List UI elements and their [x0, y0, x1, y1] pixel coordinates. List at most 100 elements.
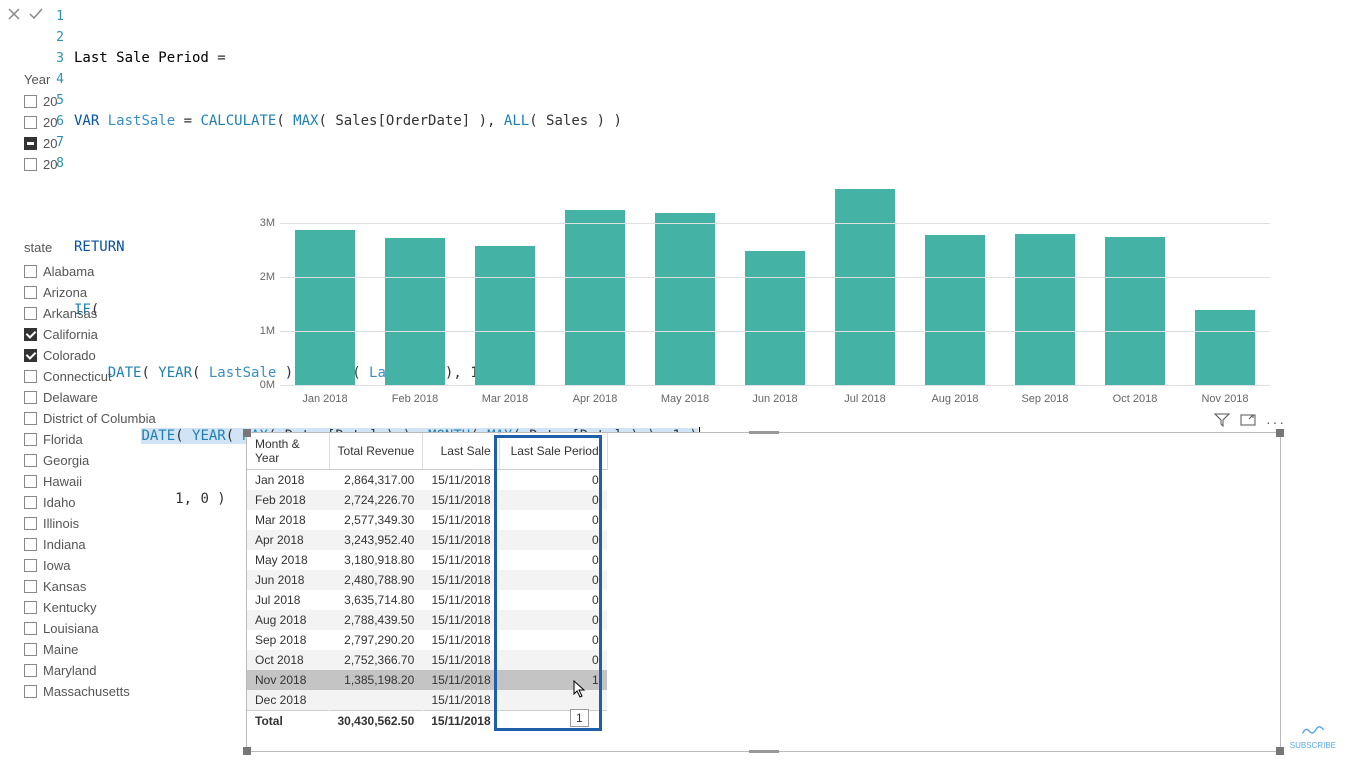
- table-cell[interactable]: Apr 2018: [247, 530, 329, 550]
- table-cell[interactable]: 15/11/2018: [423, 610, 499, 630]
- chart-bar[interactable]: [745, 251, 805, 385]
- table-cell[interactable]: 15/11/2018: [423, 490, 499, 510]
- table-row[interactable]: Jun 20182,480,788.9015/11/20180: [247, 570, 607, 590]
- state-slicer-item[interactable]: Louisiana: [24, 618, 214, 639]
- focus-mode-icon[interactable]: [1240, 412, 1256, 431]
- state-slicer-item[interactable]: District of Columbia: [24, 408, 214, 429]
- chart-bar[interactable]: [1195, 310, 1255, 385]
- checkbox-icon[interactable]: [24, 538, 37, 551]
- table-row[interactable]: Aug 20182,788,439.5015/11/20180: [247, 610, 607, 630]
- table-cell[interactable]: 0: [499, 490, 607, 510]
- table-header[interactable]: Last Sale: [423, 433, 499, 470]
- table-cell[interactable]: 15/11/2018: [423, 550, 499, 570]
- table-visual[interactable]: Month & YearTotal RevenueLast SaleLast S…: [246, 432, 1281, 752]
- checkbox-icon[interactable]: [24, 559, 37, 572]
- table-cell[interactable]: 15/11/2018: [423, 650, 499, 670]
- chart-bar[interactable]: [295, 230, 355, 385]
- table-cell[interactable]: 1: [499, 670, 607, 690]
- data-table[interactable]: Month & YearTotal RevenueLast SaleLast S…: [247, 433, 608, 731]
- table-cell[interactable]: 15/11/2018: [423, 690, 499, 711]
- year-slicer-item[interactable]: 20: [24, 154, 74, 175]
- formula-editor[interactable]: Last Sale Period = VAR LastSale = CALCUL…: [68, 0, 1366, 175]
- table-cell[interactable]: 0: [499, 470, 607, 491]
- table-cell[interactable]: 2,864,317.00: [329, 470, 423, 491]
- table-cell[interactable]: 2,752,366.70: [329, 650, 423, 670]
- chart-bar[interactable]: [475, 246, 535, 385]
- state-slicer-item[interactable]: Kansas: [24, 576, 214, 597]
- table-cell[interactable]: 15/11/2018: [423, 510, 499, 530]
- cancel-icon[interactable]: [6, 6, 22, 25]
- chart-bar[interactable]: [835, 189, 895, 385]
- resize-handle[interactable]: [749, 750, 779, 753]
- table-cell[interactable]: Feb 2018: [247, 490, 329, 510]
- state-slicer-item[interactable]: Hawaii: [24, 471, 214, 492]
- table-cell[interactable]: 15/11/2018: [423, 470, 499, 491]
- checkbox-icon[interactable]: [24, 307, 37, 320]
- table-cell[interactable]: 0: [499, 570, 607, 590]
- chart-bar[interactable]: [565, 210, 625, 385]
- checkbox-icon[interactable]: [24, 95, 37, 108]
- table-header[interactable]: Total Revenue: [329, 433, 423, 470]
- table-row[interactable]: Oct 20182,752,366.7015/11/20180: [247, 650, 607, 670]
- chart-bar[interactable]: [1015, 234, 1075, 385]
- state-slicer-item[interactable]: Massachusetts: [24, 681, 214, 702]
- table-cell[interactable]: 0: [499, 630, 607, 650]
- year-slicer-item[interactable]: 20: [24, 112, 74, 133]
- resize-handle[interactable]: [749, 431, 779, 434]
- table-header[interactable]: Last Sale Period: [499, 433, 607, 470]
- table-cell[interactable]: Dec 2018: [247, 690, 329, 711]
- checkbox-icon[interactable]: [24, 475, 37, 488]
- year-slicer-item[interactable]: 20: [24, 133, 74, 154]
- state-slicer-item[interactable]: Iowa: [24, 555, 214, 576]
- checkbox-icon[interactable]: [24, 349, 37, 362]
- table-cell[interactable]: Sep 2018: [247, 630, 329, 650]
- table-cell[interactable]: May 2018: [247, 550, 329, 570]
- state-slicer-item[interactable]: Arizona: [24, 282, 214, 303]
- state-slicer-item[interactable]: Indiana: [24, 534, 214, 555]
- table-row[interactable]: Nov 20181,385,198.2015/11/20181: [247, 670, 607, 690]
- table-cell[interactable]: 0: [499, 590, 607, 610]
- state-slicer-item[interactable]: Arkansas: [24, 303, 214, 324]
- table-row[interactable]: Jul 20183,635,714.8015/11/20180: [247, 590, 607, 610]
- checkbox-icon[interactable]: [24, 137, 37, 150]
- state-slicer-item[interactable]: Florida: [24, 429, 214, 450]
- state-slicer-item[interactable]: Idaho: [24, 492, 214, 513]
- state-slicer-item[interactable]: California: [24, 324, 214, 345]
- table-cell[interactable]: 15/11/2018: [423, 530, 499, 550]
- table-cell[interactable]: Nov 2018: [247, 670, 329, 690]
- checkbox-icon[interactable]: [24, 370, 37, 383]
- table-cell[interactable]: 15/11/2018: [423, 670, 499, 690]
- state-slicer-item[interactable]: Kentucky: [24, 597, 214, 618]
- checkbox-icon[interactable]: [24, 517, 37, 530]
- state-slicer-item[interactable]: Alabama: [24, 261, 214, 282]
- checkbox-icon[interactable]: [24, 116, 37, 129]
- table-cell[interactable]: 2,797,290.20: [329, 630, 423, 650]
- checkbox-icon[interactable]: [24, 622, 37, 635]
- table-cell[interactable]: 15/11/2018: [423, 590, 499, 610]
- year-slicer-item[interactable]: 20: [24, 91, 74, 112]
- state-slicer-item[interactable]: Connecticut: [24, 366, 214, 387]
- state-slicer-item[interactable]: Maine: [24, 639, 214, 660]
- table-cell[interactable]: Jan 2018: [247, 470, 329, 491]
- table-total-row[interactable]: Total30,430,562.5015/11/2018: [247, 711, 607, 732]
- state-slicer-item[interactable]: Delaware: [24, 387, 214, 408]
- table-cell[interactable]: 0: [499, 550, 607, 570]
- table-cell[interactable]: 2,577,349.30: [329, 510, 423, 530]
- revenue-bar-chart[interactable]: 0M1M2M3M Jan 2018Feb 2018Mar 2018Apr 201…: [230, 180, 1280, 405]
- table-cell[interactable]: Oct 2018: [247, 650, 329, 670]
- state-slicer[interactable]: state AlabamaArizonaArkansasCaliforniaCo…: [24, 240, 214, 702]
- chart-bar[interactable]: [1105, 237, 1165, 385]
- chart-bar[interactable]: [385, 238, 445, 385]
- table-cell[interactable]: 2,480,788.90: [329, 570, 423, 590]
- table-cell[interactable]: Mar 2018: [247, 510, 329, 530]
- table-cell[interactable]: [499, 690, 607, 711]
- table-cell[interactable]: 0: [499, 610, 607, 630]
- year-slicer[interactable]: Year 20202020: [24, 72, 74, 175]
- table-cell[interactable]: 3,180,918.80: [329, 550, 423, 570]
- more-options-icon[interactable]: ···: [1266, 414, 1286, 430]
- checkbox-icon[interactable]: [24, 454, 37, 467]
- state-slicer-item[interactable]: Colorado: [24, 345, 214, 366]
- checkbox-icon[interactable]: [24, 158, 37, 171]
- table-row[interactable]: Jan 20182,864,317.0015/11/20180: [247, 470, 607, 491]
- table-cell[interactable]: [329, 690, 423, 711]
